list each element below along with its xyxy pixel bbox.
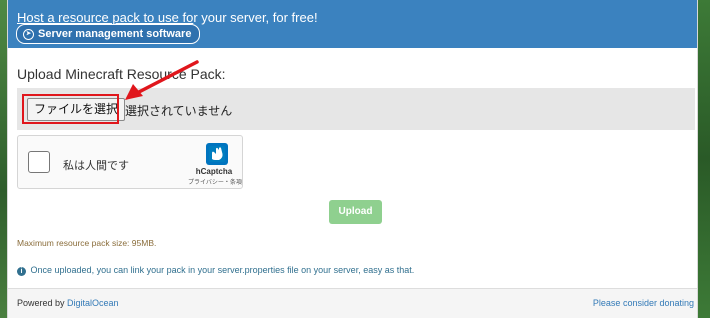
- file-input-row: ファイルを選択 選択されていません: [17, 88, 695, 130]
- upload-panel: Host a resource pack to use for your ser…: [7, 0, 698, 318]
- info-note: i Once uploaded, you can link your pack …: [17, 265, 414, 276]
- digitalocean-link[interactable]: DigitalOcean: [67, 298, 119, 308]
- banner-text: Host a resource pack to use for your ser…: [17, 10, 318, 25]
- hcaptcha-widget: 私は人間です hCaptcha プライバシー・条項: [17, 135, 243, 189]
- banner-rest-text: r your server, for free!: [193, 10, 318, 25]
- captcha-sub[interactable]: プライバシー・条項: [188, 177, 242, 186]
- powered-prefix: Powered by: [17, 298, 68, 308]
- max-size-note: Maximum resource pack size: 95MB.: [17, 238, 157, 248]
- promo-banner: Host a resource pack to use for your ser…: [8, 0, 697, 48]
- powered-by: Powered by DigitalOcean: [17, 298, 119, 308]
- file-status: 選択されていません: [125, 104, 233, 118]
- captcha-checkbox[interactable]: [28, 151, 50, 173]
- banner-link[interactable]: Host a resource pack to use fo: [17, 10, 193, 25]
- choose-file-button[interactable]: ファイルを選択: [27, 98, 126, 121]
- panel-footer: Powered by DigitalOcean Please consider …: [8, 288, 697, 318]
- info-circle-icon: i: [17, 267, 26, 276]
- captcha-label: 私は人間です: [63, 160, 129, 172]
- hcaptcha-logo-icon: [206, 143, 228, 165]
- red-arrow-icon: [125, 60, 199, 100]
- server-management-button[interactable]: ➤ Server management software: [16, 24, 201, 44]
- background-left: [0, 0, 7, 318]
- donate-link[interactable]: Please consider donating: [593, 298, 694, 308]
- server-management-label: Server management software: [38, 28, 192, 40]
- info-text: Once uploaded, you can link your pack in…: [30, 265, 415, 275]
- background-right: [696, 0, 710, 318]
- circle-arrow-icon: ➤: [23, 28, 34, 40]
- captcha-brand: hCaptcha: [195, 167, 233, 176]
- upload-button[interactable]: Upload: [329, 200, 382, 224]
